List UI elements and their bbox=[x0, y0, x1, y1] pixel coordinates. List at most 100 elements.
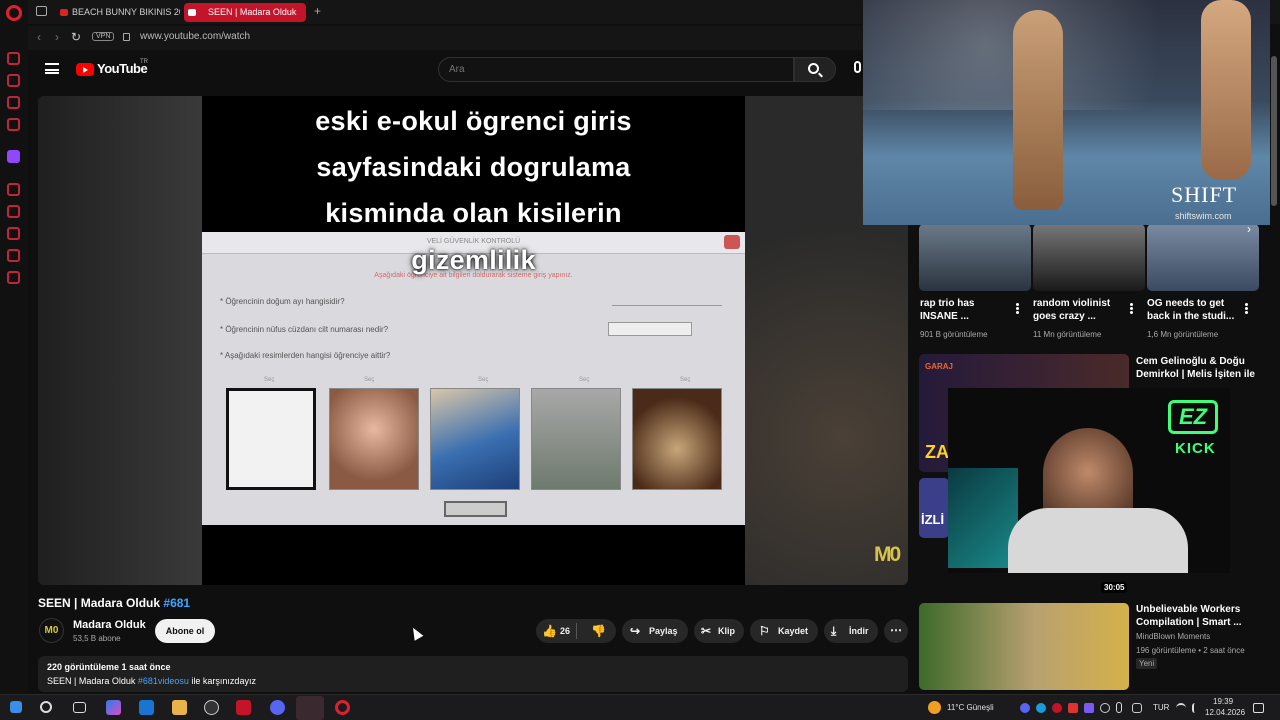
edge-icon[interactable] bbox=[139, 700, 154, 715]
lock-icon bbox=[123, 33, 130, 41]
sidebar-workspace-icon[interactable] bbox=[7, 74, 20, 87]
subscribe-button[interactable]: Abone ol bbox=[155, 619, 215, 643]
tray-display-icon[interactable] bbox=[1132, 703, 1142, 713]
new-tab-button[interactable]: + bbox=[314, 4, 321, 18]
sidebar-settings-icon[interactable] bbox=[7, 271, 20, 284]
reload-icon[interactable]: ↻ bbox=[71, 30, 81, 44]
tray-shield-icon[interactable] bbox=[1100, 703, 1110, 713]
notification-icon[interactable] bbox=[1253, 703, 1264, 713]
tray-opera-icon[interactable] bbox=[1052, 703, 1062, 713]
short-title-3[interactable]: OG needs to get back in the studi... bbox=[1147, 297, 1237, 323]
sidebar-music-icon[interactable] bbox=[7, 118, 20, 131]
bookmark-icon: ⚐ bbox=[759, 624, 770, 638]
back-icon[interactable]: ‹ bbox=[37, 30, 41, 44]
video-meta-workers: 196 görüntüleme • 2 saat önce bbox=[1136, 646, 1245, 655]
video-duration: 30:05 bbox=[1101, 582, 1128, 593]
browser-sidebar bbox=[0, 0, 28, 698]
discord-icon[interactable] bbox=[270, 700, 285, 715]
scissors-icon: ✂ bbox=[701, 624, 712, 638]
search-input[interactable] bbox=[438, 57, 794, 82]
month-select bbox=[612, 296, 722, 306]
channel-watermark: M0 bbox=[874, 543, 901, 566]
description-hashtag[interactable]: #681videosu bbox=[138, 676, 189, 686]
title-hashtag[interactable]: #681 bbox=[163, 596, 190, 610]
weather-text[interactable]: 11°C Güneşli bbox=[947, 703, 994, 712]
dislike-icon[interactable]: 👎 bbox=[591, 624, 606, 638]
opera-gx-active-icon[interactable] bbox=[296, 696, 324, 720]
search-button[interactable] bbox=[794, 57, 836, 82]
vpn-badge[interactable]: VPN bbox=[92, 32, 115, 41]
wifi-icon[interactable] bbox=[1176, 703, 1186, 713]
mic-icon[interactable] bbox=[1116, 702, 1122, 713]
search-icon[interactable] bbox=[40, 701, 52, 713]
cilt-field bbox=[608, 322, 692, 336]
kick-logo: KICK bbox=[1175, 440, 1216, 457]
clock-time[interactable]: 19:39 bbox=[1213, 697, 1233, 706]
share-icon: ↪ bbox=[630, 624, 641, 638]
video-thumbnail-discord[interactable]: İZLİ bbox=[919, 478, 949, 538]
more-icon[interactable] bbox=[1016, 307, 1019, 310]
question-3: * Aşağıdaki resimlerden hangisi öğrenciy… bbox=[220, 351, 391, 360]
more-actions-button[interactable]: ⋯ bbox=[884, 619, 908, 643]
youtube-header: YouTube TR bbox=[28, 52, 863, 88]
clock-date[interactable]: 12.04.2026 bbox=[1205, 708, 1245, 717]
mic-icon[interactable] bbox=[854, 61, 861, 73]
tray-discord-icon[interactable] bbox=[1020, 703, 1030, 713]
short-title-2[interactable]: random violinist goes crazy ... bbox=[1033, 297, 1123, 323]
tab-seen-madara[interactable]: SEEN | Madara Olduk bbox=[184, 3, 306, 22]
tab-beach-bunny[interactable]: BEACH BUNNY BIKINIS 20 bbox=[56, 3, 180, 22]
short-thumbnail-1[interactable] bbox=[919, 224, 1031, 291]
channel-name[interactable]: Madara Olduk bbox=[73, 619, 146, 631]
windows-start-icon[interactable] bbox=[10, 701, 22, 713]
opera-logo-icon[interactable] bbox=[6, 5, 22, 21]
sidebar-bookmarks-icon[interactable] bbox=[7, 205, 20, 218]
streamer-shirt bbox=[1008, 508, 1188, 573]
sidebar-download-icon[interactable] bbox=[7, 249, 20, 262]
short-meta-3: 1,6 Mn görüntüleme bbox=[1147, 330, 1219, 339]
forward-icon[interactable]: › bbox=[55, 30, 59, 44]
tray-grid-icon[interactable] bbox=[1084, 703, 1094, 713]
menu-icon[interactable] bbox=[45, 63, 59, 74]
ez-badge: EZ bbox=[1168, 400, 1218, 434]
channel-avatar[interactable]: M0 bbox=[39, 618, 64, 643]
sidebar-messenger-icon[interactable] bbox=[7, 96, 20, 109]
like-count[interactable]: 26 bbox=[560, 619, 570, 643]
volume-icon[interactable] bbox=[1192, 703, 1202, 713]
download-icon: ⤓ bbox=[831, 624, 837, 638]
more-icon[interactable] bbox=[1130, 307, 1133, 310]
share-button[interactable]: ↪ Paylaş bbox=[622, 619, 688, 643]
short-title-1[interactable]: rap trio has INSANE ... bbox=[920, 297, 1004, 323]
opera-icon[interactable] bbox=[335, 700, 350, 715]
tray-app-icon[interactable] bbox=[1068, 703, 1078, 713]
video-channel-workers[interactable]: MindBlown Moments bbox=[1136, 632, 1210, 641]
photo-option-street bbox=[531, 388, 621, 490]
like-icon[interactable]: 👍 bbox=[542, 624, 557, 638]
video-title-workers[interactable]: Unbelievable Workers Compilation | Smart… bbox=[1136, 603, 1261, 629]
obs-icon[interactable] bbox=[204, 700, 219, 715]
sidebar-aria-icon[interactable] bbox=[7, 52, 20, 65]
blur-background-left bbox=[38, 96, 202, 585]
page-scrollbar[interactable] bbox=[1271, 50, 1277, 690]
sidebar-twitch-icon[interactable] bbox=[7, 150, 20, 163]
input-language[interactable]: TUR bbox=[1153, 703, 1169, 712]
short-thumbnail-3[interactable] bbox=[1147, 224, 1259, 291]
download-button[interactable]: ⤓ İndir bbox=[824, 619, 878, 643]
tray-steam-icon[interactable] bbox=[1036, 703, 1046, 713]
more-icon[interactable] bbox=[1245, 307, 1248, 310]
short-thumbnail-2[interactable] bbox=[1033, 224, 1145, 291]
copilot-icon[interactable] bbox=[106, 700, 121, 715]
app-icon[interactable] bbox=[236, 700, 251, 715]
save-button[interactable]: ⚐ Kaydet bbox=[750, 619, 818, 643]
sidebar-clock-icon[interactable] bbox=[7, 227, 20, 240]
description-box[interactable]: 220 görüntüleme 1 saat önce SEEN | Madar… bbox=[38, 656, 908, 692]
video-player[interactable]: VELİ GÜVENLİK KONTROLÜ Aşağıdaki öğrenci… bbox=[38, 96, 908, 585]
file-explorer-icon[interactable] bbox=[172, 700, 187, 715]
model-figure bbox=[1201, 0, 1251, 180]
video-thumbnail-workers[interactable] bbox=[919, 603, 1129, 690]
clip-button[interactable]: ✂ Klip bbox=[694, 619, 744, 643]
url-field[interactable]: www.youtube.com/watch bbox=[140, 31, 250, 42]
tab-menu-icon[interactable] bbox=[36, 6, 47, 16]
task-view-icon[interactable] bbox=[73, 702, 86, 713]
sidebar-history-icon[interactable] bbox=[7, 183, 20, 196]
youtube-logo-icon[interactable] bbox=[76, 63, 94, 76]
